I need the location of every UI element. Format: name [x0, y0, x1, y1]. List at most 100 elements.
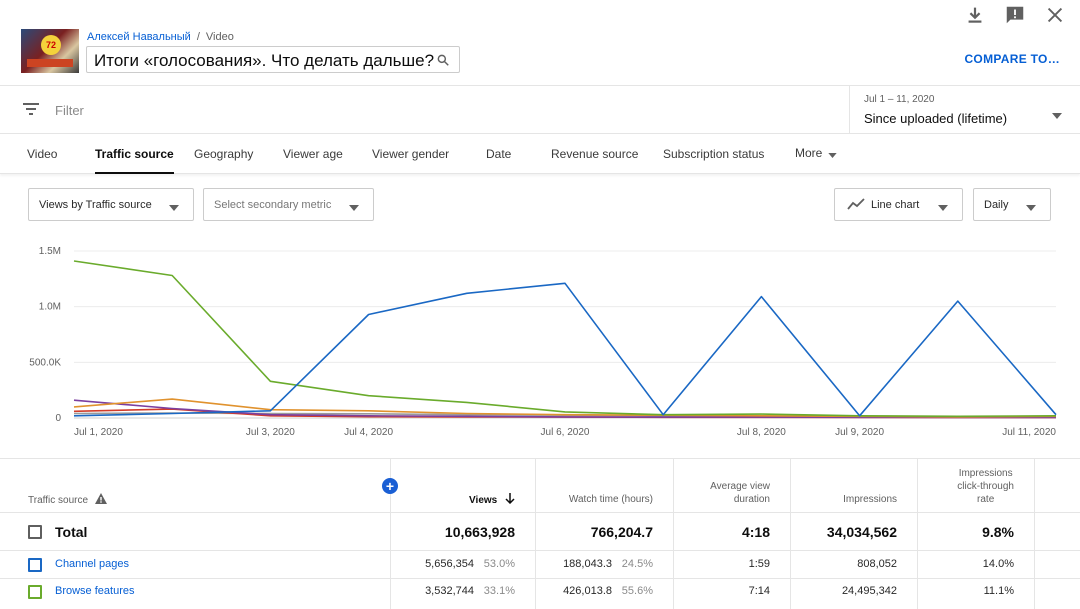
date-range-label: Since uploaded (lifetime)	[864, 111, 1008, 126]
header-watch-time[interactable]: Watch time (hours)	[569, 493, 653, 506]
series-line	[73, 398, 1057, 418]
tab-more[interactable]: More	[795, 146, 838, 161]
granularity-label: Daily	[984, 199, 1009, 211]
breadcrumb: Алексей Навальный / Video	[87, 31, 234, 43]
tab-viewer-gender[interactable]: Viewer gender	[372, 147, 449, 161]
tab-date[interactable]: Date	[486, 147, 511, 161]
header-impressions[interactable]: Impressions	[843, 493, 897, 506]
total-views: 10,663,928	[444, 524, 515, 540]
date-range-dates: Jul 1 – 11, 2020	[864, 94, 935, 105]
x-tick-label: Jul 4, 2020	[344, 427, 393, 438]
video-title[interactable]: Итоги «голосования». Что делать дальше?	[94, 51, 434, 71]
row-watch-pct: 55.6%	[621, 585, 653, 597]
row-source-link[interactable]: Channel pages	[55, 558, 129, 570]
row-watch-pct: 24.5%	[621, 558, 653, 570]
search-icon[interactable]	[436, 53, 450, 72]
table-row: Browse features 3,532,744 33.1% 426,013.…	[0, 578, 1080, 606]
header-ctr-line3: rate	[977, 494, 995, 505]
total-checkbox[interactable]	[28, 525, 42, 539]
tab-subscription-status[interactable]: Subscription status	[663, 147, 764, 161]
row-ctr: 11.1%	[983, 585, 1014, 597]
x-tick-label: Jul 3, 2020	[246, 427, 295, 438]
header-ctr[interactable]: Impressions click-through rate	[957, 467, 1014, 506]
breadcrumb-channel[interactable]: Алексей Навальный	[87, 31, 191, 43]
chevron-down-icon	[1026, 202, 1036, 214]
row-avg-duration: 7:14	[748, 585, 770, 597]
row-checkbox[interactable]	[28, 585, 42, 599]
total-avg-duration: 4:18	[741, 524, 770, 540]
row-checkbox[interactable]	[28, 558, 42, 572]
row-watch-time: 426,013.8	[563, 585, 612, 597]
x-tick-label: Jul 6, 2020	[541, 427, 590, 438]
top-icons	[964, 4, 1066, 26]
tab-video[interactable]: Video	[27, 147, 57, 161]
download-icon[interactable]	[964, 4, 986, 26]
video-thumbnail[interactable]: 72	[21, 29, 79, 73]
header-ctr-line2: click-through	[957, 481, 1014, 492]
chevron-down-icon	[828, 147, 838, 161]
y-tick-label: 1.5M	[39, 246, 61, 257]
date-range-selector[interactable]: Jul 1 – 11, 2020 Since uploaded (lifetim…	[849, 86, 1080, 134]
granularity-dropdown[interactable]: Daily	[973, 188, 1051, 221]
x-tick-label: Jul 8, 2020	[737, 427, 786, 438]
row-source-link[interactable]: Browse features	[55, 585, 134, 597]
secondary-metric-dropdown[interactable]: Select secondary metric	[203, 188, 374, 221]
series-line	[73, 282, 1057, 417]
tab-revenue-source[interactable]: Revenue source	[551, 147, 638, 161]
primary-metric-dropdown[interactable]: Views by Traffic source	[28, 188, 194, 221]
feedback-icon[interactable]	[1004, 4, 1026, 26]
tab-traffic-source[interactable]: Traffic source	[95, 147, 174, 174]
total-row: Total 10,663,928 766,204.7 4:18 34,034,5…	[0, 512, 1080, 550]
x-tick-label: Jul 1, 2020	[74, 427, 123, 438]
primary-metric-label: Views by Traffic source	[39, 199, 152, 211]
header-traffic-source: Traffic source	[28, 493, 107, 508]
header: 72 Алексей Навальный / Video Итоги «голосо…	[0, 0, 1080, 86]
breadcrumb-separator: /	[196, 31, 200, 43]
compare-to-button[interactable]: COMPARE TO…	[964, 52, 1060, 66]
video-search-box[interactable]: Итоги «голосования». Что делать дальше?	[86, 46, 460, 73]
total-impressions: 34,034,562	[826, 524, 897, 540]
report-tabs: Video Traffic source Geography Viewer ag…	[0, 134, 1080, 174]
y-tick-label: 500.0K	[29, 357, 61, 368]
row-views: 5,656,354	[425, 558, 474, 570]
header-avg-duration[interactable]: Average view duration	[710, 480, 770, 506]
header-avg-duration-line2: duration	[733, 494, 770, 505]
traffic-table: Traffic source + Views Watch time (hours…	[0, 458, 1080, 609]
total-label: Total	[55, 524, 88, 540]
row-views-pct: 33.1%	[483, 585, 515, 597]
row-watch-time: 188,043.3	[563, 558, 612, 570]
total-ctr: 9.8%	[982, 524, 1014, 540]
row-ctr: 14.0%	[982, 558, 1014, 570]
breadcrumb-section: Video	[205, 31, 234, 43]
row-impressions: 808,052	[857, 558, 897, 570]
filter-bar: Filter Jul 1 – 11, 2020 Since uploaded (…	[0, 86, 1080, 134]
warning-icon	[94, 493, 107, 508]
chevron-down-icon	[1052, 106, 1062, 124]
row-impressions: 24,495,342	[841, 585, 897, 597]
tab-geography[interactable]: Geography	[194, 147, 253, 161]
table-row: Channel pages 5,656,354 53.0% 188,043.3 …	[0, 550, 1080, 578]
y-tick-label: 1.0M	[39, 302, 61, 313]
row-views: 3,532,744	[425, 585, 474, 597]
y-tick-label: 0	[55, 413, 61, 424]
filter-input[interactable]: Filter	[55, 103, 84, 118]
x-tick-label: Jul 9, 2020	[835, 427, 884, 438]
chart-type-label: Line chart	[871, 199, 920, 211]
secondary-metric-label: Select secondary metric	[214, 199, 332, 211]
traffic-line-chart[interactable]: 0 500.0K 1.0M 1.5M Jul 1, 2020 Jul 3, 2020 Jul…	[0, 232, 1080, 447]
header-views[interactable]: Views	[469, 493, 515, 508]
x-tick-label: Jul 11, 2020	[1002, 427, 1056, 438]
filter-icon[interactable]	[22, 101, 40, 122]
chevron-down-icon	[938, 202, 948, 214]
chart-type-dropdown[interactable]: Line chart	[834, 188, 963, 221]
header-avg-duration-line1: Average view	[710, 481, 770, 492]
chevron-down-icon	[169, 202, 179, 214]
thumbnail-strip	[27, 59, 73, 67]
tab-more-label: More	[795, 146, 823, 160]
add-metric-button[interactable]: +	[382, 478, 398, 494]
chevron-down-icon	[349, 202, 359, 214]
header-ctr-line1: Impressions	[958, 468, 1013, 479]
close-icon[interactable]	[1044, 4, 1066, 26]
arrow-down-icon	[505, 493, 515, 508]
tab-viewer-age[interactable]: Viewer age	[283, 147, 343, 161]
